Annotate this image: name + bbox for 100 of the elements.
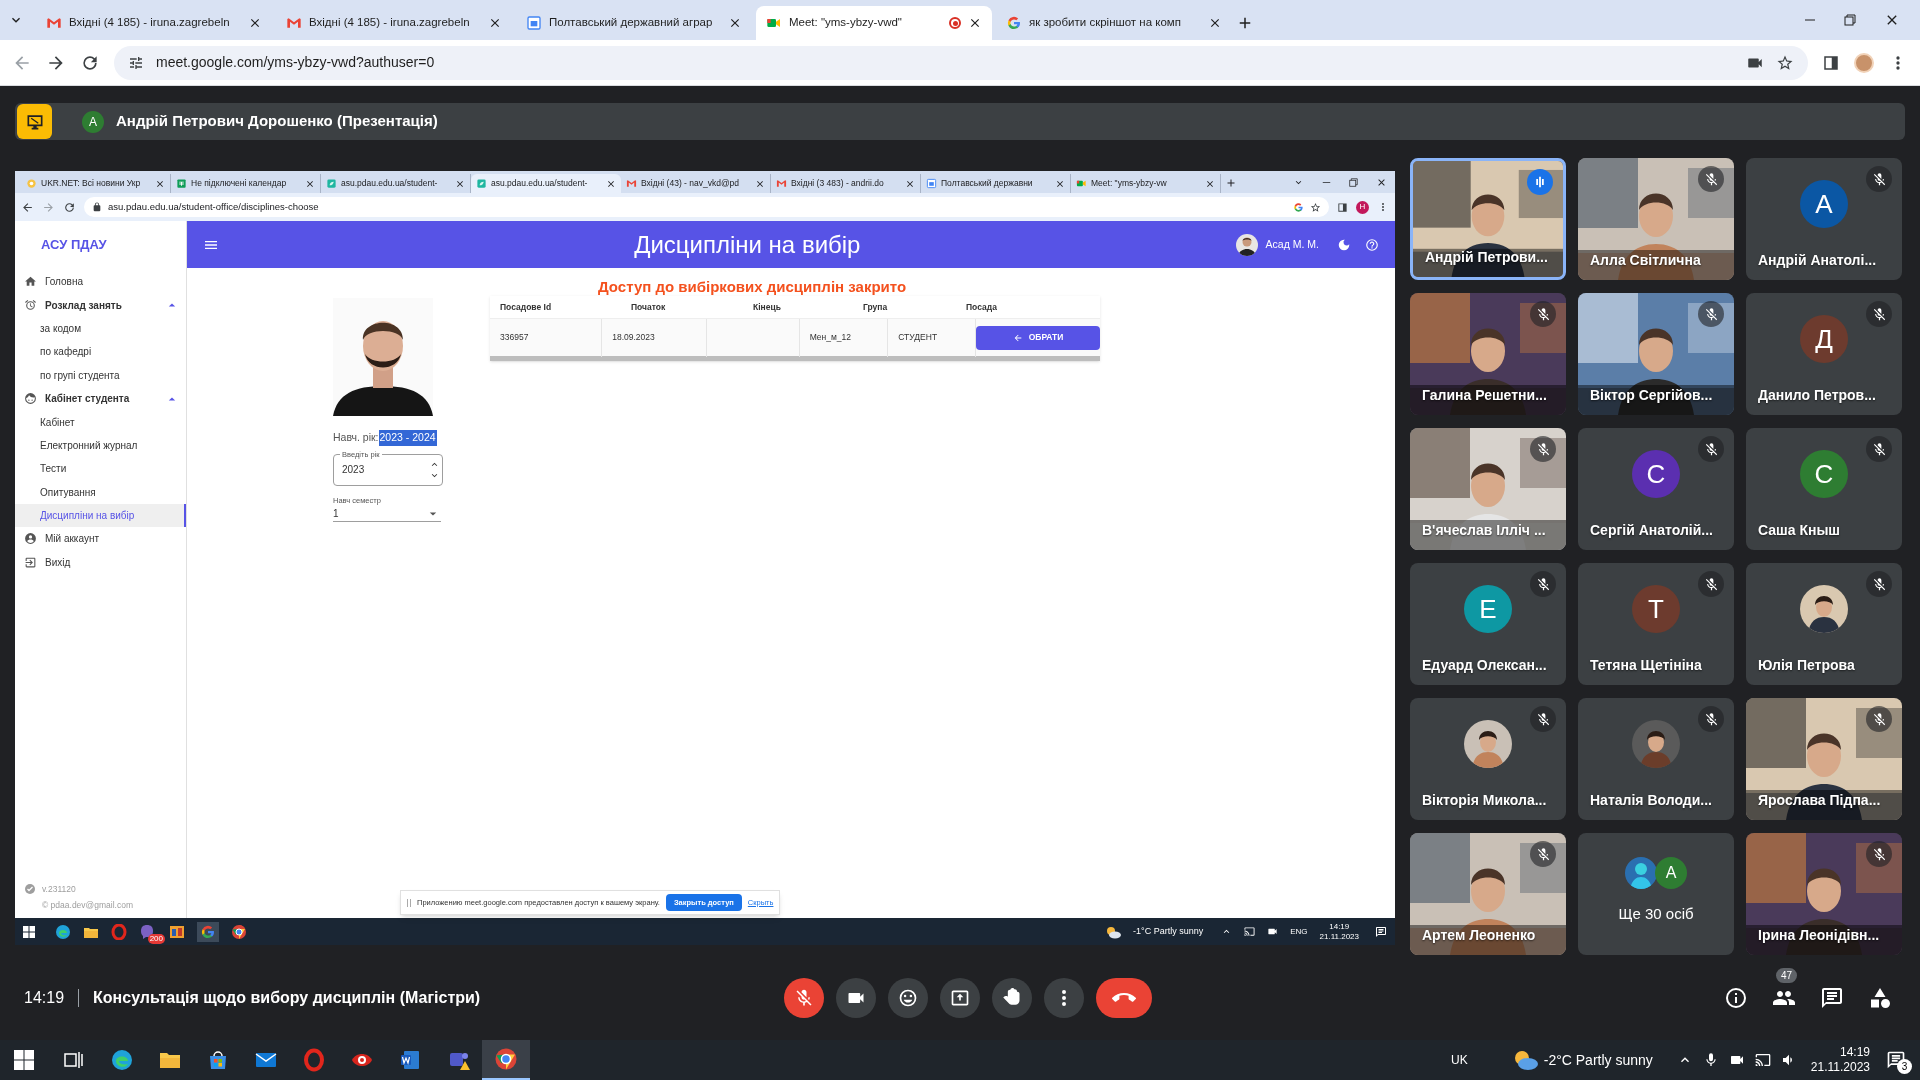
participant-tile[interactable]: Артем Леоненко — [1410, 833, 1566, 955]
participant-tile[interactable]: В'ячеслав Ілліч ... — [1410, 428, 1566, 550]
sidebar-item[interactable]: Вихід — [15, 550, 186, 575]
dark-mode-icon[interactable] — [1337, 237, 1351, 252]
sidebar-item[interactable]: Кабінет — [15, 410, 186, 434]
app-icon[interactable] — [169, 923, 185, 940]
document-icon[interactable] — [398, 1048, 422, 1072]
participant-tile[interactable]: С Саша Кныш — [1746, 428, 1902, 550]
participant-tile[interactable]: Т Тетяна Щетініна — [1578, 563, 1734, 685]
close-icon[interactable] — [606, 178, 616, 189]
bookmark-icon[interactable] — [1310, 201, 1321, 213]
sidebar-item[interactable]: Опитування — [15, 480, 186, 504]
camera-button[interactable] — [836, 977, 876, 1018]
sidebar-item[interactable]: по кафедрі — [15, 340, 186, 364]
help-icon[interactable] — [1365, 237, 1379, 252]
browser-tab[interactable]: Вхідні (4 185) - iruna.zagrebeln — [276, 6, 512, 40]
participant-tile[interactable]: Галина Решетни... — [1410, 293, 1566, 415]
participant-tile[interactable]: Віктор Сергійов... — [1578, 293, 1734, 415]
participant-tile[interactable]: E Едуард Олексан... — [1410, 563, 1566, 685]
start-icon[interactable] — [12, 1048, 36, 1072]
close-icon[interactable] — [1205, 178, 1215, 189]
participant-tile[interactable]: Ярослава Підпа... — [1746, 698, 1902, 820]
present-button[interactable] — [940, 977, 980, 1018]
site-info-icon[interactable] — [128, 54, 144, 71]
sidebar-item[interactable]: Головна — [15, 270, 186, 294]
sidebar-item[interactable]: Розклад занять — [15, 293, 186, 317]
collapse-icon[interactable] — [168, 301, 176, 310]
close-icon[interactable] — [1376, 177, 1387, 188]
restore-icon[interactable] — [1844, 14, 1856, 26]
network-icon[interactable] — [1244, 926, 1256, 937]
sidebar-item[interactable]: Тести — [15, 457, 186, 481]
browser-tab[interactable]: asu.pdau.edu.ua/student- — [471, 174, 621, 193]
drag-handle-icon[interactable] — [407, 898, 411, 907]
notifications-icon[interactable] — [1375, 925, 1387, 938]
close-icon[interactable] — [728, 16, 742, 30]
address-field[interactable]: asu.pdau.edu.ua/student-office/disciplines-choose — [84, 197, 1329, 217]
participant-tile[interactable]: С Сергій Анатолій... — [1578, 428, 1734, 550]
participant-tile[interactable]: Юлія Петрова — [1746, 563, 1902, 685]
participant-tile[interactable]: Андрій Петрови... — [1410, 158, 1566, 280]
browser-tab[interactable]: Вхідні (4 185) - iruna.zagrebeln — [36, 6, 272, 40]
info-icon[interactable] — [1724, 985, 1748, 1010]
more-options-button[interactable] — [1044, 977, 1084, 1018]
camera-icon[interactable] — [1267, 926, 1279, 937]
close-icon[interactable] — [968, 16, 982, 30]
reload-icon[interactable] — [63, 200, 76, 214]
tab-title: Вхідні (4 185) - iruna.zagrebeln — [69, 15, 231, 31]
participant-tile[interactable]: Ірина Леонідівн... — [1746, 833, 1902, 955]
profile-avatar[interactable]: Н — [1356, 200, 1369, 214]
start-icon[interactable] — [23, 925, 35, 938]
browser-icon[interactable] — [494, 1047, 518, 1071]
close-icon[interactable] — [1055, 178, 1065, 189]
sidebar-item[interactable]: по групі студента — [15, 363, 186, 387]
participant-tile[interactable]: A Андрій Анатолі... — [1746, 158, 1902, 280]
restore-icon[interactable] — [1349, 178, 1358, 187]
close-icon[interactable] — [755, 178, 765, 189]
close-icon[interactable] — [1208, 16, 1222, 30]
sidebar-item[interactable]: за кодом — [15, 316, 186, 341]
notifications-icon[interactable] — [1886, 1050, 1906, 1070]
network-icon[interactable] — [1754, 1052, 1771, 1068]
ring-icon[interactable] — [302, 1048, 326, 1072]
side-panel-icon[interactable] — [1822, 53, 1840, 72]
microphone-off-button[interactable] — [784, 977, 824, 1018]
version-text: v.231120 — [42, 882, 76, 896]
sidebar-item[interactable]: Електронний журнал — [15, 433, 186, 458]
language-indicator[interactable]: ENG — [1290, 925, 1308, 938]
participant-tile[interactable]: Алла Світлична — [1578, 158, 1734, 280]
participant-tile[interactable]: Вікторія Микола... — [1410, 698, 1566, 820]
chat-icon[interactable] — [1820, 985, 1844, 1010]
close-icon[interactable] — [488, 16, 502, 30]
participant-tile[interactable]: A Ще 30 осіб — [1578, 833, 1734, 955]
close-icon[interactable] — [248, 16, 262, 30]
participant-tile[interactable]: Д Данило Петров... — [1746, 293, 1902, 415]
close-icon[interactable] — [455, 178, 465, 189]
sidebar-item[interactable]: Дисципліни на вибір — [15, 503, 186, 528]
sidebar-item[interactable]: Кабінет студента — [15, 386, 186, 411]
close-icon[interactable] — [155, 178, 165, 189]
back-icon[interactable] — [21, 200, 34, 214]
browser-icon[interactable] — [55, 923, 71, 940]
raise-hand-button[interactable] — [992, 977, 1032, 1018]
close-icon[interactable] — [305, 178, 315, 189]
language-indicator[interactable]: UK — [1451, 1051, 1468, 1069]
choose-button[interactable]: ОБРАТИ — [976, 325, 1100, 350]
user-name: Асад М. М. — [1265, 236, 1319, 252]
browser-icon[interactable] — [110, 1048, 134, 1072]
browser-tab[interactable]: Meet: "yms-ybzy-vwd" — [756, 6, 992, 40]
semester-select[interactable]: 1 — [333, 506, 441, 522]
profile-avatar[interactable] — [1854, 52, 1874, 73]
browser-tab[interactable]: Полтавський державний аграр — [516, 6, 752, 40]
close-icon[interactable] — [905, 178, 915, 189]
new-tab-icon[interactable] — [1225, 177, 1237, 189]
browser-icon[interactable] — [231, 923, 247, 940]
leave-call-button[interactable] — [1096, 977, 1152, 1018]
side-panel-icon[interactable] — [1337, 201, 1348, 213]
ring-icon[interactable] — [111, 923, 127, 940]
sidebar-item[interactable]: Мій аккаунт — [15, 527, 186, 551]
emoji-button[interactable] — [888, 977, 928, 1018]
stop-presenting-icon[interactable] — [17, 104, 52, 139]
participant-tile[interactable]: Наталія Володи... — [1578, 698, 1734, 820]
address-field[interactable]: meet.google.com/yms-ybzy-vwd?authuser=0 — [114, 45, 1808, 80]
browser-tab[interactable]: як зробити скріншот на комп — [996, 6, 1232, 40]
